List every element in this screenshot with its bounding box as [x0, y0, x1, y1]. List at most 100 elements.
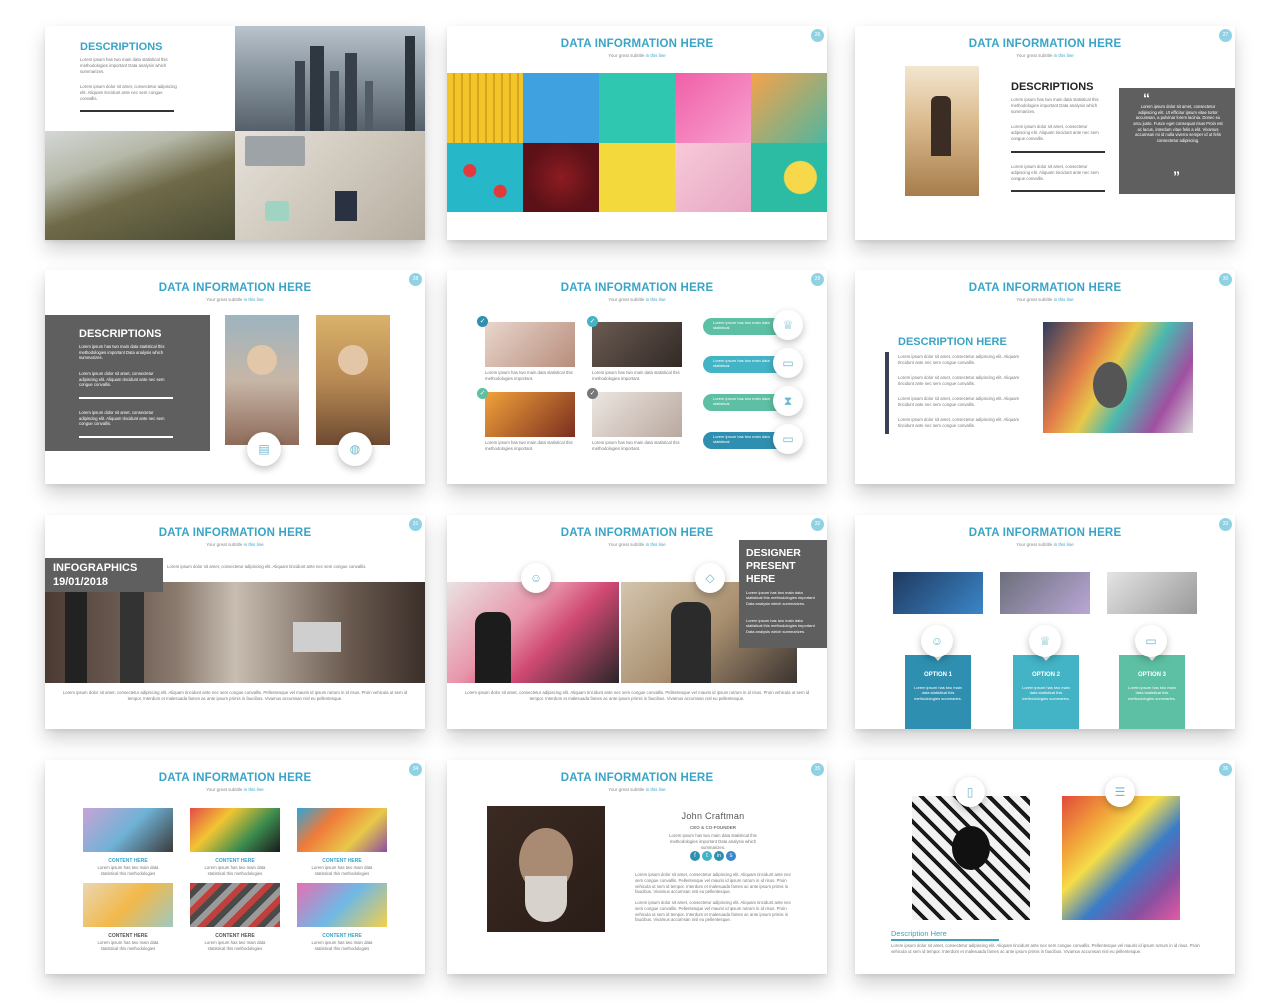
panel-text: Lorem ipsum dolor sit amet, consectetur … [79, 410, 165, 427]
slide-8-designer-present[interactable]: DATA INFORMATION HERE Your great subtitl… [447, 515, 827, 729]
box-text: Lorem ipsum has two main data statistica… [746, 618, 815, 634]
slide-10-content-grid[interactable]: DATA INFORMATION HERE Your great subtitl… [45, 760, 425, 974]
box-heading-line1: DESIGNER [746, 547, 801, 559]
photo-caption: Lorem ipsum has two main data statistica… [592, 440, 680, 451]
content-label: CONTENT HERE [108, 858, 148, 864]
trophy-icon[interactable]: ♕ [773, 310, 803, 340]
hourglass-icon[interactable]: ⧗ [773, 386, 803, 416]
panel-text: Lorem ipsum has two main data statistica… [79, 344, 165, 361]
description-heading: Description Here [891, 929, 947, 938]
chat-icon[interactable]: ▭ [773, 348, 803, 378]
art-thumb [297, 883, 387, 927]
slide-9-options[interactable]: DATA INFORMATION HERE Your great subtitl… [855, 515, 1235, 729]
content-label: CONTENT HERE [322, 933, 362, 939]
smile-icon[interactable]: ☺ [521, 563, 551, 593]
option-text: Lorem ipsum has two main data statistica… [1128, 685, 1176, 701]
database-icon[interactable]: ☰ [1105, 777, 1135, 807]
smile-icon[interactable]: ☺ [921, 625, 953, 657]
slide-subtitle: Your great subtitle in this line [608, 297, 666, 302]
monitor-icon[interactable]: ▭ [773, 424, 803, 454]
slide-1-descriptions[interactable]: DESCRIPTIONS Lorem ipsum has two main da… [45, 26, 425, 240]
designer-box: DESIGNER PRESENT HERE Lorem ipsum has tw… [739, 540, 827, 648]
slide-title: DATA INFORMATION HERE [560, 282, 714, 294]
quote-close-mark: ” [1173, 168, 1180, 184]
twitter-icon[interactable]: t [702, 851, 712, 861]
slide-title: DATA INFORMATION HERE [158, 282, 312, 294]
slide-2-photo-grid[interactable]: DATA INFORMATION HERE Your great subtitl… [447, 26, 827, 240]
slide-title: DATA INFORMATION HERE [968, 527, 1122, 539]
divider [80, 110, 174, 112]
option-label-1: OPTION 1 [923, 672, 952, 678]
check-icon[interactable]: ✓ [587, 388, 598, 399]
trophy-icon[interactable]: ♕ [1029, 625, 1061, 657]
check-icon[interactable]: ✓ [587, 316, 598, 327]
slide-4-descriptions-photos[interactable]: DATA INFORMATION HERE Your great subtitl… [45, 270, 425, 484]
profile-text: Lorem ipsum dolor sit amet, consectetur … [635, 872, 791, 895]
skype-icon[interactable]: s [726, 851, 736, 861]
photo-caption: Lorem ipsum has two main data statistica… [485, 370, 573, 381]
slide-7-infographics[interactable]: DATA INFORMATION HERE Your great subtitl… [45, 515, 425, 729]
slide-text: Lorem ipsum dolor sit amet, consectetur … [891, 943, 1200, 954]
content-label: CONTENT HERE [215, 933, 255, 939]
city-photo [235, 26, 425, 131]
slide-text: Lorem ipsum dolor sit amet, consectetur … [1011, 164, 1099, 181]
slide-title: DATA INFORMATION HERE [158, 772, 312, 784]
business-photo-strip [45, 582, 425, 683]
box-heading-line1: INFOGRAPHICS [53, 562, 138, 574]
slide-title: DATA INFORMATION HERE [560, 527, 714, 539]
check-icon[interactable]: ✓ [477, 388, 488, 399]
slide-number: 29 [811, 273, 824, 286]
globe-icon[interactable]: ◍ [338, 432, 372, 466]
slide-3-descriptions-quote[interactable]: DATA INFORMATION HERE Your great subtitl… [855, 26, 1235, 240]
protest-photo [447, 582, 619, 683]
profile-name: John Craftman [681, 811, 745, 821]
slide-number: 31 [409, 518, 422, 531]
ferris-wheel-photo [523, 73, 599, 143]
camera-photo [1107, 572, 1197, 614]
photo-grid [447, 73, 827, 212]
facebook-icon[interactable]: f [690, 851, 700, 861]
woman-photo-1 [225, 315, 299, 445]
panel-text: Lorem ipsum dolor sit amet, consectetur … [79, 371, 165, 388]
slide-text: Lorem ipsum dolor sit amet, consectetur … [898, 396, 1020, 407]
slide-title: DATA INFORMATION HERE [968, 282, 1122, 294]
slide-text: Lorem ipsum dolor sit amet, consectetur … [898, 354, 1020, 365]
clipboard-icon[interactable]: ▤ [247, 432, 281, 466]
hiker-photo [905, 66, 979, 196]
option-text: Lorem ipsum has two main data statistica… [1022, 685, 1070, 701]
slide-11-profile[interactable]: DATA INFORMATION HERE Your great subtitl… [447, 760, 827, 974]
content-label: CONTENT HERE [215, 858, 255, 864]
profile-role: CEO & CO-FOUNDER [690, 825, 736, 830]
divider [79, 397, 173, 399]
option-text: Lorem ipsum has two main data statistica… [914, 685, 962, 701]
portrait-photo [487, 806, 605, 932]
profile-summary: Lorem ipsum has two main data statistica… [669, 833, 757, 850]
phone-icon[interactable]: ▯ [955, 777, 985, 807]
yellow-wall-photo [599, 142, 675, 212]
smartphone-photo [1000, 572, 1090, 614]
diamond-icon[interactable]: ◇ [695, 563, 725, 593]
woman-photo-2 [316, 315, 390, 445]
slide-subtitle: Your great subtitle in this line [608, 53, 666, 58]
slide-subtitle: Your great subtitle in this line [206, 542, 264, 547]
quote-text: Lorem ipsum dolor sit amet, consectetur … [1133, 104, 1223, 144]
slide-6-description-art[interactable]: DATA INFORMATION HERE Your great subtitl… [855, 270, 1235, 484]
photo-thumb [592, 322, 682, 367]
monitor-icon[interactable]: ▭ [1135, 625, 1167, 657]
photo-thumb [485, 392, 575, 437]
slide-number: 27 [1219, 29, 1232, 42]
slide-title: DATA INFORMATION HERE [560, 38, 714, 50]
photo-caption: Lorem ipsum has two main data statistica… [592, 370, 680, 381]
check-icon[interactable]: ✓ [477, 316, 488, 327]
content-text: Lorem ipsum has two main data statistica… [204, 940, 266, 951]
slide-12-description-art[interactable]: 36 ▯ ☰ Description Here Lorem ipsum dolo… [855, 760, 1235, 974]
slide-text: Lorem ipsum dolor sit amet, consectetur … [1011, 124, 1099, 141]
linkedin-icon[interactable]: in [714, 851, 724, 861]
slide-5-checklist[interactable]: DATA INFORMATION HERE Your great subtitl… [447, 270, 827, 484]
graffiti-wall-photo [1062, 796, 1180, 920]
slide-number: 34 [409, 763, 422, 776]
slide-subtitle: Your great subtitle in this line [1016, 542, 1074, 547]
profile-text: Lorem ipsum dolor sit amet, consectetur … [635, 900, 791, 923]
art-thumb [297, 808, 387, 852]
teal-wall-photo [599, 73, 675, 143]
